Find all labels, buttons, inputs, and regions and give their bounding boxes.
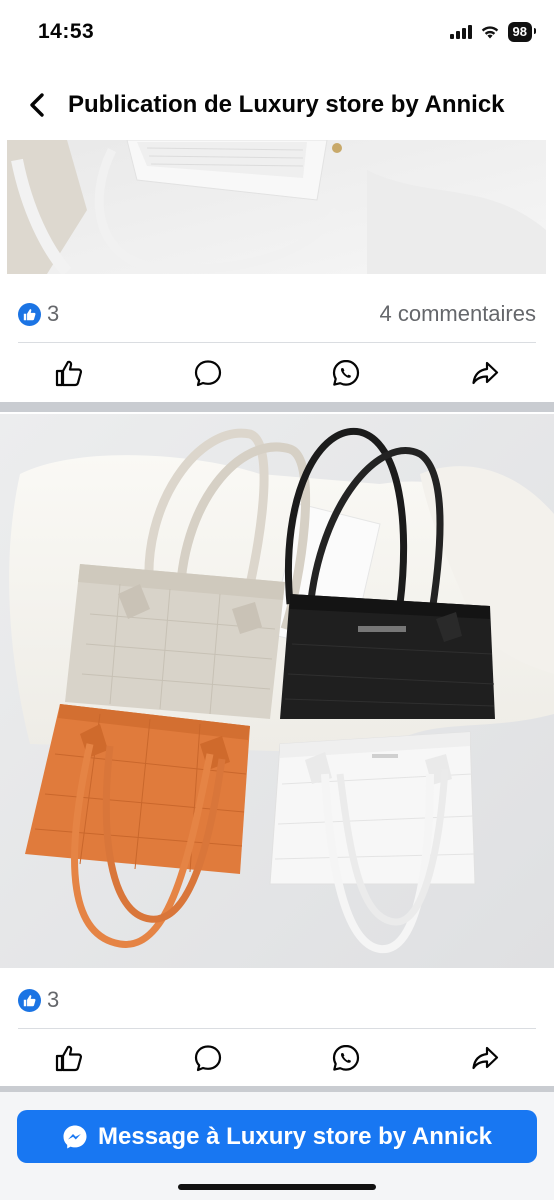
status-icons: 98 (449, 22, 537, 42)
status-time: 14:53 (38, 20, 95, 43)
divider (18, 1028, 536, 1029)
messenger-icon (63, 1125, 87, 1148)
wifi-icon (481, 25, 498, 38)
share-icon (472, 361, 499, 385)
like-button[interactable] (52, 356, 86, 390)
post-1-actions (0, 348, 554, 398)
whatsapp-icon (333, 359, 360, 386)
share-button[interactable] (468, 356, 502, 390)
status-bar: 14:53 98 (0, 0, 554, 70)
share-button[interactable] (468, 1041, 502, 1075)
reaction-count[interactable]: 3 (47, 301, 59, 327)
battery-icon: 98 (507, 22, 537, 42)
like-icon (55, 1045, 83, 1072)
share-icon (472, 1046, 499, 1070)
comment-button[interactable] (191, 356, 225, 390)
header: Publication de Luxury store by Annick (0, 76, 554, 134)
post-2-reactions: 3 (18, 982, 536, 1018)
message-button-label: Message à Luxury store by Annick (98, 1122, 492, 1150)
comment-icon (194, 1045, 221, 1072)
like-reaction-icon (18, 302, 41, 326)
post-2-actions (0, 1033, 554, 1083)
back-arrow-icon (30, 93, 44, 117)
like-icon (55, 360, 83, 387)
comment-icon (194, 360, 221, 387)
bottom-bar: Message à Luxury store by Annick (0, 1092, 554, 1200)
like-reaction-icon (18, 988, 41, 1012)
home-indicator (178, 1184, 376, 1190)
message-page-button[interactable]: Message à Luxury store by Annick (17, 1110, 537, 1163)
page-title: Publication de Luxury store by Annick (68, 91, 505, 118)
back-button[interactable] (20, 88, 54, 122)
whatsapp-icon (333, 1044, 360, 1071)
divider (18, 342, 536, 343)
reaction-count[interactable]: 3 (47, 987, 59, 1013)
post-photo-2[interactable] (0, 414, 554, 968)
post-photo-1[interactable] (7, 140, 546, 274)
signal-icon (449, 25, 472, 39)
post-separator (0, 402, 554, 412)
comment-button[interactable] (191, 1041, 225, 1075)
whatsapp-share-button[interactable] (329, 356, 363, 390)
whatsapp-share-button[interactable] (329, 1041, 363, 1075)
post-1-reactions: 3 4 commentaires (18, 296, 536, 332)
like-button[interactable] (52, 1041, 86, 1075)
comments-count[interactable]: 4 commentaires (379, 301, 536, 327)
